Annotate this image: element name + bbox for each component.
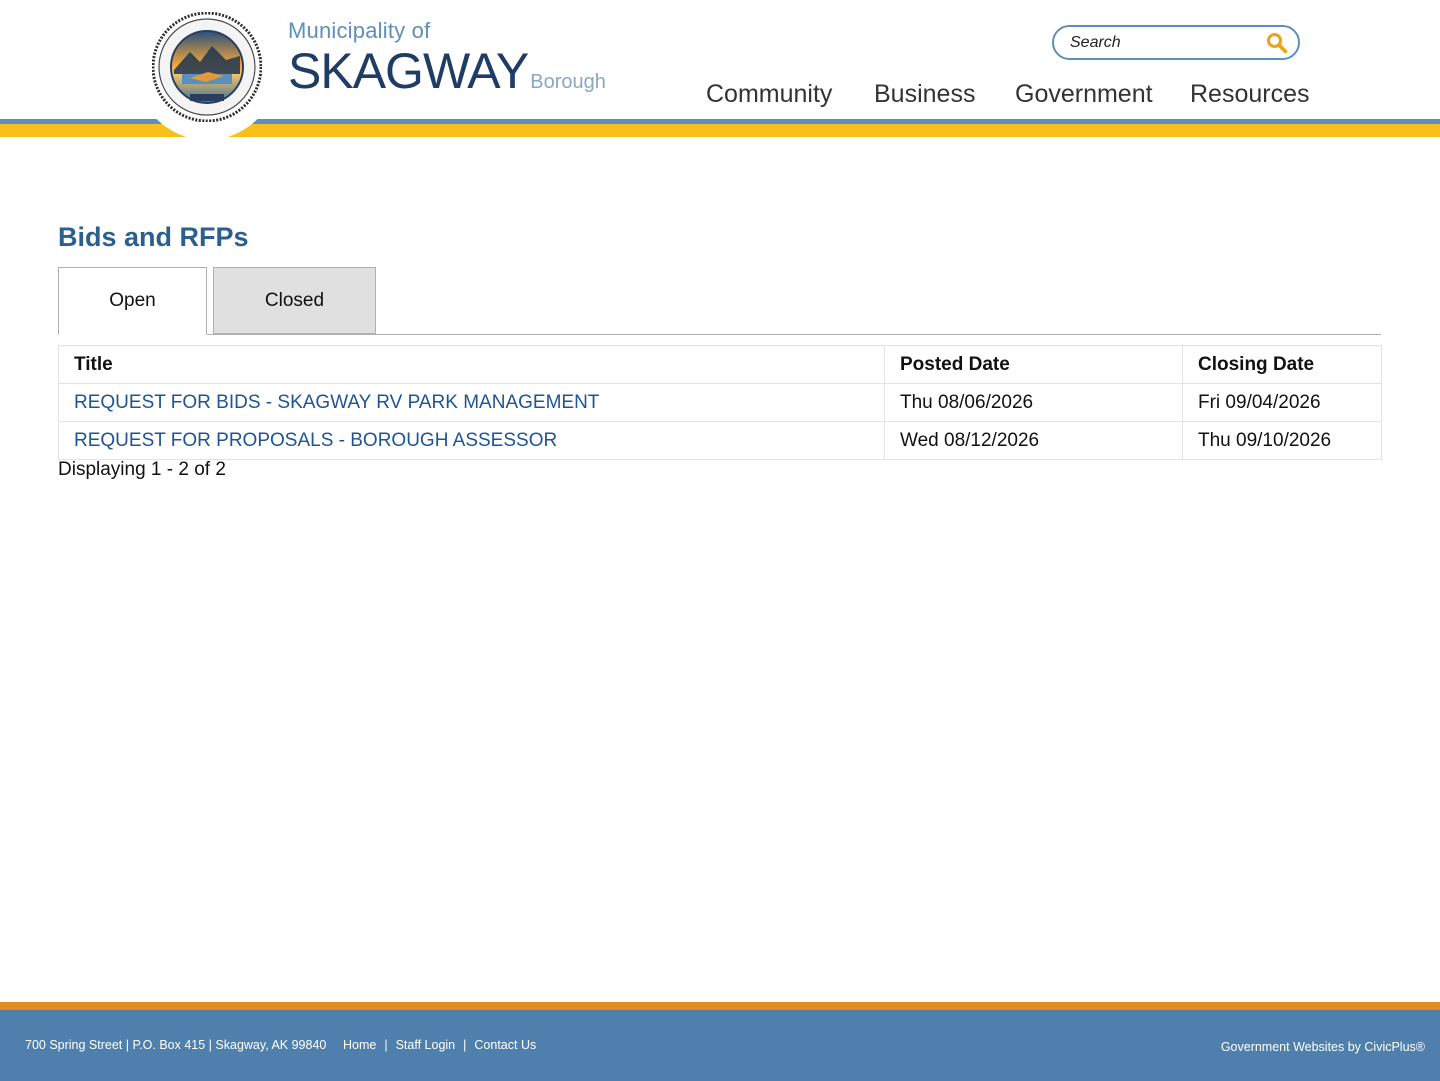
results-count: Displaying 1 - 2 of 2: [58, 459, 226, 480]
nav-resources[interactable]: Resources: [1190, 80, 1310, 110]
brand-sub: Borough: [530, 71, 606, 93]
search-input[interactable]: [1068, 31, 1262, 55]
site-footer: 700 Spring Street | P.O. Box 415 | Skagw…: [0, 1010, 1440, 1081]
table-header-row: Title Posted Date Closing Date: [58, 345, 1382, 384]
closing-date-cell: Fri 09/04/2026: [1182, 383, 1382, 422]
posted-date-cell: Wed 08/12/2026: [884, 421, 1183, 460]
footer-stripe-orange: [0, 1002, 1440, 1010]
nav-government[interactable]: Government: [1015, 80, 1153, 110]
brand-name: SKAGWAY: [288, 43, 529, 99]
posted-date-cell: Thu 08/06/2026: [884, 383, 1183, 422]
tab-open[interactable]: Open: [58, 267, 207, 335]
column-header-posted-date[interactable]: Posted Date: [884, 345, 1183, 384]
brand-main: SKAGWAY Borough: [288, 42, 606, 100]
footer-separator: |: [463, 1038, 467, 1052]
footer-link-home[interactable]: Home: [343, 1038, 376, 1052]
tab-closed[interactable]: Closed: [213, 267, 376, 334]
bid-title-link[interactable]: REQUEST FOR PROPOSALS - BOROUGH ASSESSOR: [74, 430, 557, 451]
nav-business[interactable]: Business: [874, 80, 975, 110]
borough-seal-logo[interactable]: [152, 12, 262, 122]
bids-table: Title Posted Date Closing Date REQUEST F…: [58, 345, 1382, 460]
brand-top-text: Municipality of: [288, 18, 431, 43]
table-row: REQUEST FOR BIDS - SKAGWAY RV PARK MANAG…: [58, 383, 1382, 422]
bid-title-cell: REQUEST FOR PROPOSALS - BOROUGH ASSESSOR: [58, 421, 885, 460]
footer-links: Home | Staff Login | Contact Us: [343, 1038, 536, 1052]
column-header-title[interactable]: Title: [58, 345, 885, 384]
bid-title-cell: REQUEST FOR BIDS - SKAGWAY RV PARK MANAG…: [58, 383, 885, 422]
footer-link-staff-login[interactable]: Staff Login: [396, 1038, 456, 1052]
search-icon[interactable]: [1266, 32, 1288, 54]
footer-separator: |: [384, 1038, 388, 1052]
footer-address: 700 Spring Street | P.O. Box 415 | Skagw…: [25, 1038, 327, 1052]
brand-wordmark[interactable]: Municipality of SKAGWAY Borough: [288, 18, 606, 99]
closing-date-cell: Thu 09/10/2026: [1182, 421, 1382, 460]
bid-title-link[interactable]: REQUEST FOR BIDS - SKAGWAY RV PARK MANAG…: [74, 392, 599, 413]
column-header-closing-date[interactable]: Closing Date: [1182, 345, 1382, 384]
nav-community[interactable]: Community: [706, 80, 832, 110]
tabs-divider: [58, 334, 1381, 335]
page-title: Bids and RFPs: [58, 222, 249, 252]
footer-credit-link[interactable]: Government Websites by CivicPlus®: [1221, 1040, 1425, 1054]
table-row: REQUEST FOR PROPOSALS - BOROUGH ASSESSOR…: [58, 421, 1382, 460]
footer-link-contact-us[interactable]: Contact Us: [474, 1038, 536, 1052]
search-box: [1052, 25, 1300, 60]
